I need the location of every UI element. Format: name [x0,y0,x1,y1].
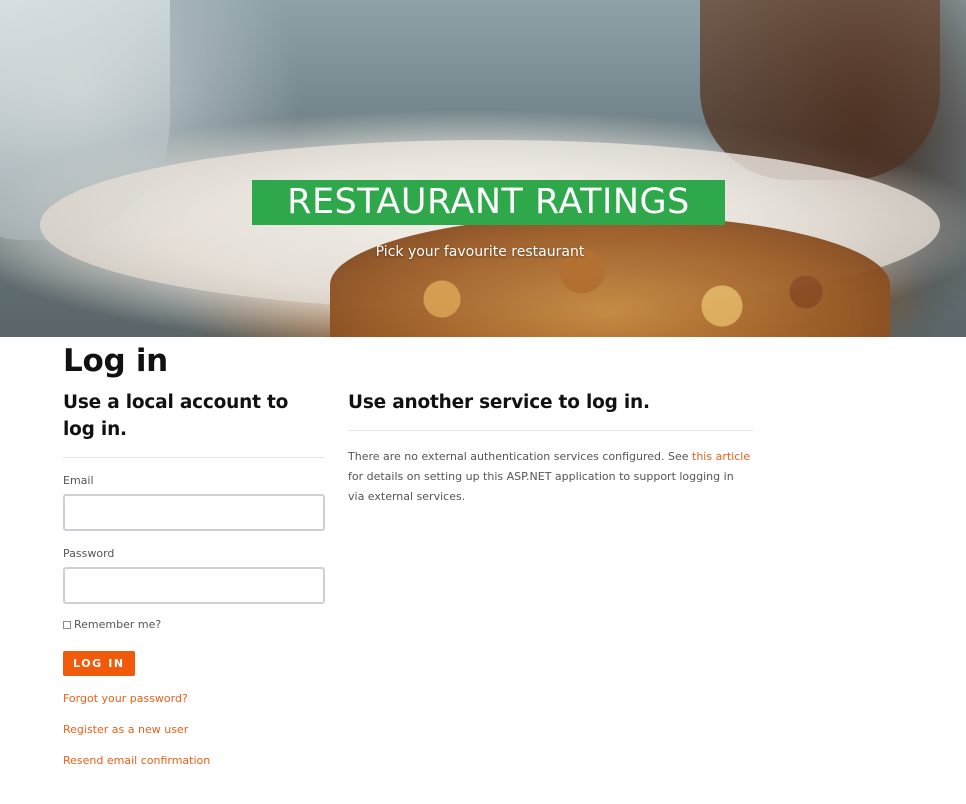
email-label: Email [63,474,94,487]
local-login-section: Use a local account to log in. Email Pas… [63,389,325,767]
remember-me-row: Remember me? [63,618,325,631]
password-field[interactable] [63,567,325,604]
register-link[interactable]: Register as a new user [63,723,325,736]
remember-me-checkbox[interactable] [63,620,71,629]
hero-banner: RESTAURANT RATINGS Pick your favourite r… [0,0,966,337]
site-subtitle-wrap: Pick your favourite restaurant [0,244,966,260]
info-text-before: There are no external authentication ser… [348,450,693,463]
resend-confirmation-link[interactable]: Resend email confirmation [63,754,325,767]
external-login-heading: Use another service to log in. [348,392,650,413]
page-title: Log in [63,343,168,379]
remember-me-label: Remember me? [74,618,162,631]
divider [63,457,325,458]
main-content: Log in Use a local account to log in. Em… [63,337,943,767]
divider [348,430,753,431]
email-field[interactable] [63,494,325,531]
password-label: Password [63,547,115,560]
info-text-after: for details on setting up this ASP.NET a… [348,470,734,503]
site-subtitle: Pick your favourite restaurant [375,244,585,260]
login-button[interactable]: Log in [63,651,135,676]
site-title: RESTAURANT RATINGS [252,180,725,225]
external-login-info: There are no external authentication ser… [348,447,753,507]
local-login-heading: Use a local account to log in. [63,392,289,440]
article-link[interactable]: this article [692,450,750,463]
external-login-section: Use another service to log in. There are… [348,389,753,518]
forgot-password-link[interactable]: Forgot your password? [63,692,325,705]
